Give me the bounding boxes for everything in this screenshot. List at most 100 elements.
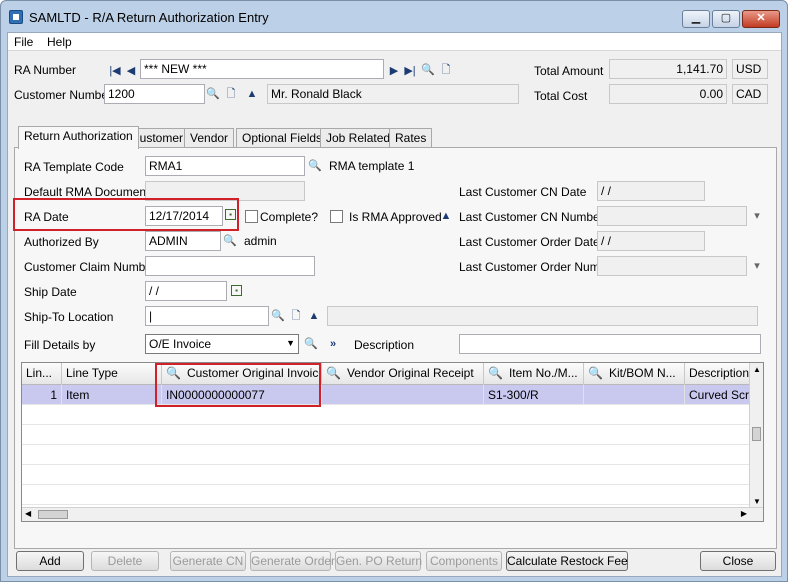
table-row[interactable]: [22, 445, 751, 465]
gen-po-return-button[interactable]: Gen. PO Return: [335, 551, 422, 571]
ship-to-desc-field: [327, 306, 758, 326]
generate-cn-button[interactable]: Generate CN: [170, 551, 246, 571]
delete-button[interactable]: Delete: [91, 551, 159, 571]
generate-order-button[interactable]: Generate Order: [250, 551, 335, 571]
ship-to-search-icon[interactable]: 🔍: [271, 309, 285, 323]
cell-description[interactable]: Curved Scree: [685, 385, 751, 405]
ship-date-input[interactable]: / /: [145, 281, 227, 301]
customer-claim-input[interactable]: [145, 256, 315, 276]
tab-job-related[interactable]: Job Related: [320, 128, 397, 148]
calendar-icon[interactable]: ▪: [225, 209, 236, 220]
add-button[interactable]: Add: [16, 551, 84, 571]
components-button[interactable]: Components: [426, 551, 502, 571]
scroll-left-icon[interactable]: ◀: [25, 509, 31, 518]
cell-item[interactable]: S1-300/R: [484, 385, 584, 405]
customer-number-input[interactable]: 1200: [104, 84, 205, 104]
col-description[interactable]: Description: [685, 363, 751, 385]
col-line-type[interactable]: Line Type: [62, 363, 162, 385]
tab-vendor[interactable]: Vendor: [184, 128, 235, 148]
ra-number-input[interactable]: *** NEW ***: [140, 59, 384, 79]
ship-calendar-icon[interactable]: ▪: [231, 285, 242, 296]
tab-optional-fields[interactable]: Optional Fields: [236, 128, 329, 148]
template-search-icon[interactable]: 🔍: [308, 159, 322, 173]
menu-help[interactable]: Help: [47, 35, 72, 49]
tab-return-authorization[interactable]: Return Authorization: [18, 126, 139, 149]
authorized-by-label: Authorized By: [24, 235, 99, 249]
minimize-button[interactable]: ▁: [682, 10, 710, 28]
detail-grid[interactable]: Lin... Line Type 🔍 Customer Original Invo…: [21, 362, 764, 522]
scroll-right-icon[interactable]: ▶: [741, 509, 747, 518]
drilldown-icon-2[interactable]: ▾: [750, 259, 764, 273]
customer-search-icon[interactable]: 🔍: [206, 87, 220, 101]
fill-search-icon[interactable]: 🔍: [304, 337, 318, 351]
search-icon[interactable]: 🔍: [421, 63, 435, 77]
ship-to-label: Ship-To Location: [24, 310, 114, 324]
ra-date-input[interactable]: 12/17/2014: [145, 206, 223, 226]
complete-checkbox[interactable]: [245, 210, 258, 223]
close-window-button[interactable]: ✕: [742, 10, 780, 28]
table-row[interactable]: [22, 405, 751, 425]
maximize-button[interactable]: ▢: [712, 10, 740, 28]
col-vendor-original-receipt[interactable]: 🔍 Vendor Original Receipt: [322, 363, 484, 385]
zoom-up-icon[interactable]: ▲: [245, 87, 259, 101]
ra-template-code-input[interactable]: RMA1: [145, 156, 305, 176]
zoom-up-icon-2[interactable]: ▲: [439, 209, 453, 223]
description-input[interactable]: [459, 334, 761, 354]
authorized-by-input[interactable]: ADMIN: [145, 231, 221, 251]
is-rma-approved-label: Is RMA Approved: [349, 210, 442, 224]
scroll-down-icon[interactable]: ▼: [753, 497, 761, 506]
col-item-number-label: Item No./M...: [508, 366, 578, 380]
calculate-restock-fee-button[interactable]: Calculate Restock Fee: [506, 551, 628, 571]
col-line-number[interactable]: Lin...: [22, 363, 62, 385]
scroll-thumb[interactable]: [752, 427, 761, 441]
finder-icon: 🔍: [588, 366, 603, 380]
scroll-up-icon[interactable]: ▲: [753, 365, 761, 374]
menu-file[interactable]: File: [14, 35, 33, 49]
close-button[interactable]: Close: [700, 551, 776, 571]
col-kit-bom[interactable]: 🔍 Kit/BOM N...: [584, 363, 685, 385]
cell-kit[interactable]: [584, 385, 685, 405]
ship-to-zoom-icon[interactable]: ▲: [307, 309, 321, 323]
complete-label: Complete?: [260, 210, 319, 224]
customer-new-icon[interactable]: 🗋: [224, 87, 238, 101]
total-cost-value: 0.00: [609, 84, 727, 104]
total-cost-label: Total Cost: [534, 89, 588, 103]
drilldown-icon[interactable]: ▾: [750, 209, 764, 223]
is-rma-approved-checkbox[interactable]: [330, 210, 343, 223]
finder-icon: 🔍: [326, 366, 341, 380]
total-amount-label: Total Amount: [534, 64, 604, 78]
fill-details-label: Fill Details by: [24, 338, 96, 352]
cell-receipt[interactable]: [322, 385, 484, 405]
next-record-icon[interactable]: ▶: [387, 64, 401, 78]
authorized-search-icon[interactable]: 🔍: [223, 234, 237, 248]
total-cost-currency: CAD: [732, 84, 768, 104]
menu-bar: File Help: [8, 33, 781, 51]
hscroll-thumb[interactable]: [38, 510, 68, 519]
ra-date-label: RA Date: [24, 210, 69, 224]
previous-record-icon[interactable]: ◀: [124, 64, 138, 78]
ra-number-label: RA Number: [14, 63, 77, 77]
tab-strip: Return Authorization Customer Vendor Opt…: [14, 126, 777, 149]
vertical-scrollbar[interactable]: ▲ ▼: [749, 363, 763, 508]
ship-to-new-icon[interactable]: 🗋: [289, 309, 303, 323]
table-row[interactable]: [22, 485, 751, 505]
table-row[interactable]: 1 Item IN0000000000077 S1-300/R Curved S…: [22, 385, 751, 405]
table-row[interactable]: [22, 425, 751, 445]
table-row[interactable]: [22, 465, 751, 485]
col-item-number[interactable]: 🔍 Item No./M...: [484, 363, 584, 385]
fill-details-select[interactable]: O/E Invoice ▼: [145, 334, 299, 354]
ship-to-input[interactable]: |: [145, 306, 269, 326]
ra-template-code-label: RA Template Code: [24, 160, 124, 174]
ra-template-desc: RMA template 1: [329, 159, 415, 173]
last-cn-date-label: Last Customer CN Date: [459, 185, 587, 199]
last-cn-number-field: [597, 206, 747, 226]
fast-forward-icon[interactable]: »: [326, 337, 340, 351]
last-order-date-field: / /: [597, 231, 705, 251]
tab-rates[interactable]: Rates: [389, 128, 433, 148]
horizontal-scrollbar[interactable]: ◀ ▶: [22, 507, 763, 521]
new-document-icon[interactable]: 🗋: [439, 63, 453, 77]
first-record-icon[interactable]: |◀: [108, 64, 122, 78]
default-rma-label: Default RMA Document: [24, 185, 150, 199]
last-record-icon[interactable]: ▶|: [403, 64, 417, 78]
customer-claim-label: Customer Claim Number: [24, 260, 157, 274]
